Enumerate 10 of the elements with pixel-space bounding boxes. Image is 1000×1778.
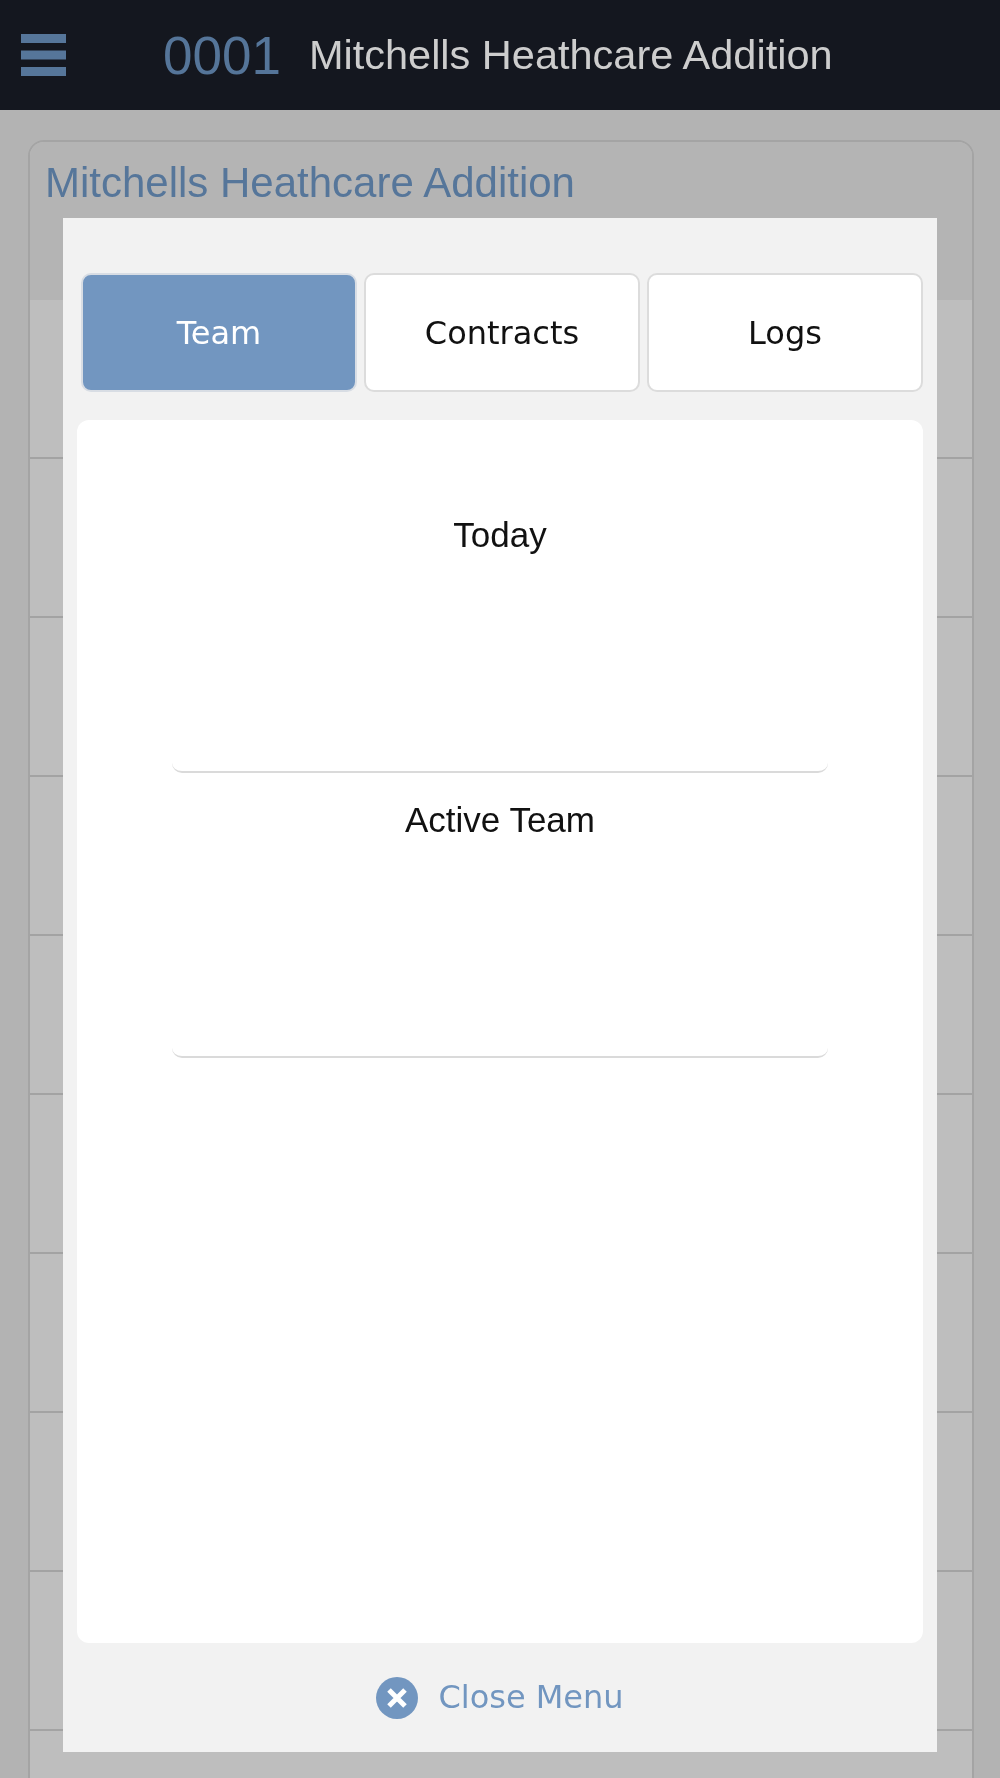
close-icon [376,1676,419,1719]
tab[interactable]: Logs [647,273,923,392]
menu-icon [21,34,66,76]
menu-button[interactable] [21,34,66,76]
section-heading: Active Team [404,799,596,841]
section-heading: Today [452,514,548,556]
tab[interactable]: Contracts [364,273,640,392]
record-title: Mitchells Heathcare Addition [45,162,575,204]
page-title: Mitchells Heathcare Addition [308,34,833,76]
record-number: 0001 [163,28,281,82]
